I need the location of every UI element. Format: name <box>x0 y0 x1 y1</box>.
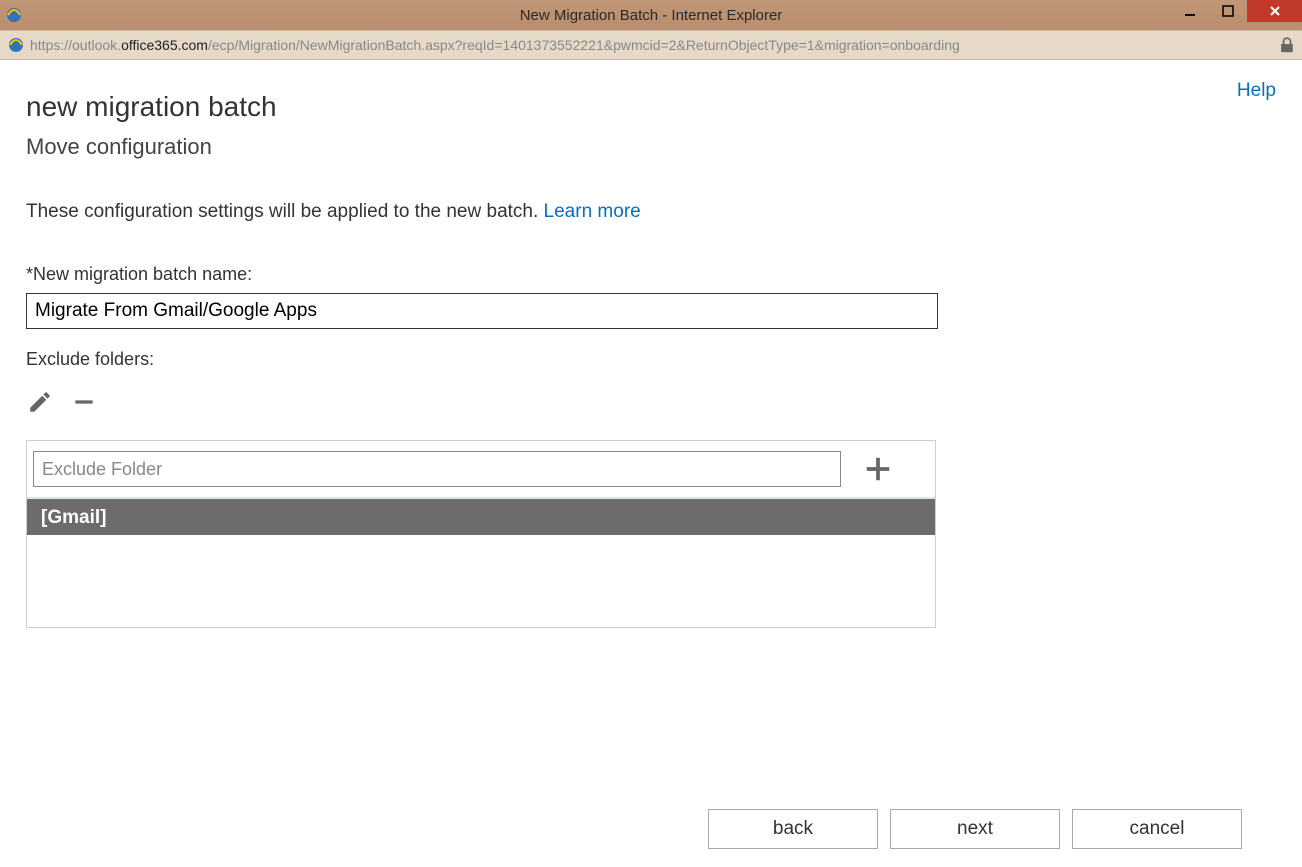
footer-buttons: back next cancel <box>708 809 1242 849</box>
window-buttons <box>1171 0 1302 22</box>
add-folder-button[interactable] <box>861 452 895 486</box>
url-prefix: https://outlook. <box>30 37 121 53</box>
help-link[interactable]: Help <box>1237 80 1276 102</box>
intro-text: These configuration settings will be app… <box>26 200 1276 225</box>
ie-page-icon <box>8 37 24 53</box>
window-title: New Migration Batch - Internet Explorer <box>0 7 1302 24</box>
page-subtitle: Move configuration <box>26 134 1276 160</box>
page-content: Help new migration batch Move configurat… <box>0 60 1302 867</box>
ie-favicon-icon <box>6 7 22 23</box>
maximize-button[interactable] <box>1209 0 1247 22</box>
exclude-add-row <box>27 441 935 499</box>
url-text[interactable]: https://outlook.office365.com/ecp/Migrat… <box>30 37 1274 53</box>
page-title: new migration batch <box>26 90 1276 124</box>
batch-name-label: *New migration batch name: <box>26 264 1276 285</box>
minimize-button[interactable] <box>1171 0 1209 22</box>
close-button[interactable] <box>1247 0 1302 22</box>
exclude-toolbar <box>26 388 1276 416</box>
exclude-folders-label: Exclude folders: <box>26 349 1276 370</box>
cancel-button[interactable]: cancel <box>1072 809 1242 849</box>
window-titlebar: New Migration Batch - Internet Explorer <box>0 0 1302 30</box>
folder-item[interactable]: [Gmail] <box>27 499 935 535</box>
intro-span: These configuration settings will be app… <box>26 201 544 222</box>
pencil-icon <box>27 389 53 415</box>
back-button[interactable]: back <box>708 809 878 849</box>
batch-name-input[interactable] <box>26 293 938 329</box>
url-path: /ecp/Migration/NewMigrationBatch.aspx?re… <box>208 37 960 53</box>
exclude-box: [Gmail] <box>26 440 936 628</box>
learn-more-link[interactable]: Learn more <box>544 201 641 222</box>
next-button[interactable]: next <box>890 809 1060 849</box>
lock-icon <box>1280 37 1294 53</box>
folder-list: [Gmail] <box>27 499 935 627</box>
minus-icon <box>71 389 97 415</box>
address-bar: https://outlook.office365.com/ecp/Migrat… <box>0 30 1302 60</box>
remove-button[interactable] <box>70 388 98 416</box>
exclude-folder-input[interactable] <box>33 451 841 487</box>
url-host: office365.com <box>121 37 208 53</box>
edit-button[interactable] <box>26 388 54 416</box>
plus-icon <box>863 454 893 484</box>
